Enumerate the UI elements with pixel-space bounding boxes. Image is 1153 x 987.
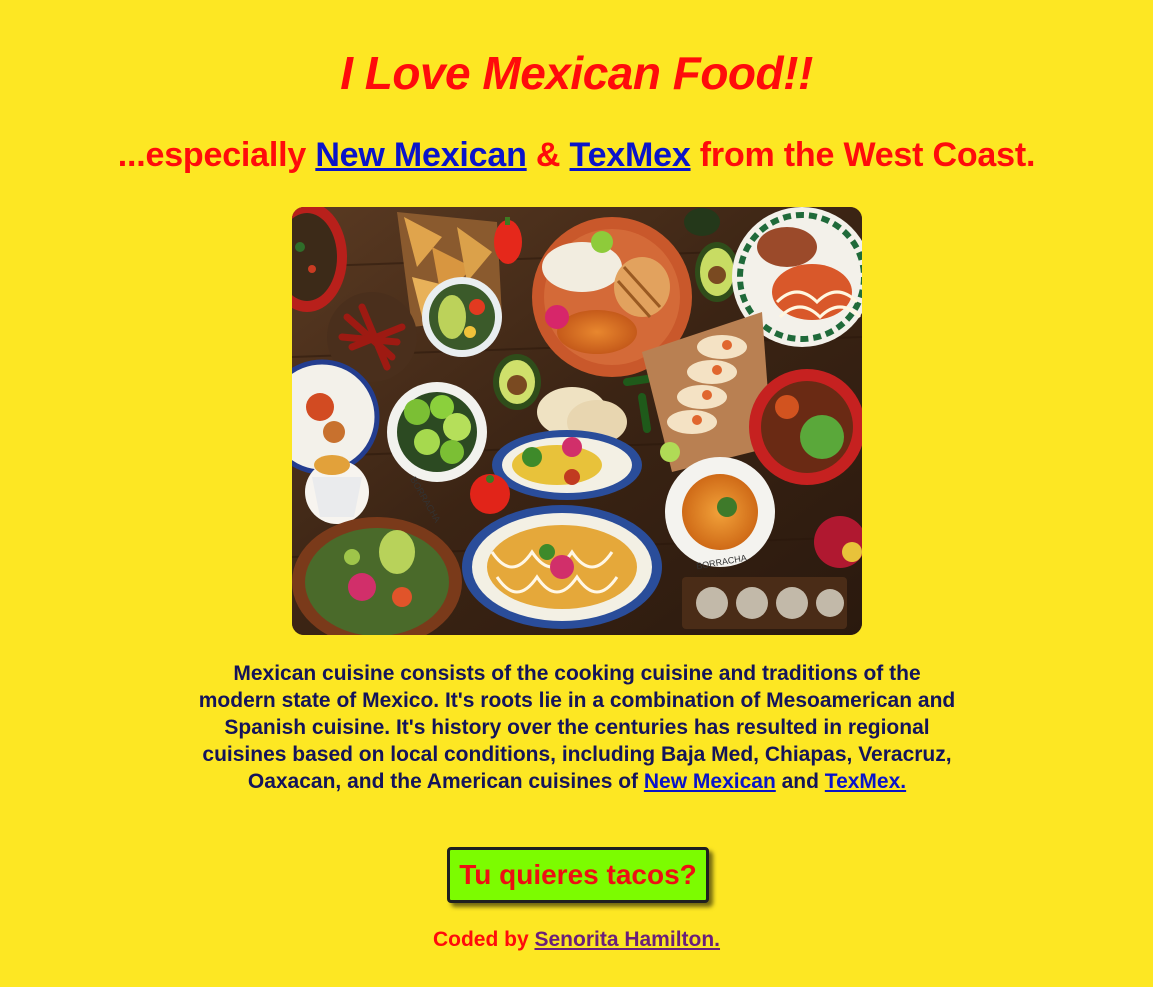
description-and: and xyxy=(775,770,825,793)
description-new-mexican-link[interactable]: New Mexican xyxy=(644,770,776,793)
texmex-link[interactable]: TexMex xyxy=(570,136,691,174)
subtitle-prefix: ...especially xyxy=(117,136,316,174)
new-mexican-link[interactable]: New Mexican xyxy=(315,136,527,174)
tacos-button[interactable]: Tu quieres tacos? xyxy=(447,847,709,903)
footer-credit: Coded by Senorita Hamilton. xyxy=(0,926,1153,954)
cuisine-description: Mexican cuisine consists of the cooking … xyxy=(196,660,958,795)
description-texmex-link[interactable]: TexMex. xyxy=(825,770,906,793)
subtitle-ampersand: & xyxy=(526,136,570,174)
author-link[interactable]: Senorita Hamilton. xyxy=(534,928,720,951)
subtitle-suffix: from the West Coast. xyxy=(690,136,1036,174)
credit-prefix: Coded by xyxy=(432,928,535,951)
page-subtitle: ...especially New Mexican & TexMex from … xyxy=(0,133,1153,177)
page-title: I Love Mexican Food!! xyxy=(340,47,813,99)
hero-food-image: BORRACHA BORRACHA xyxy=(292,207,862,635)
